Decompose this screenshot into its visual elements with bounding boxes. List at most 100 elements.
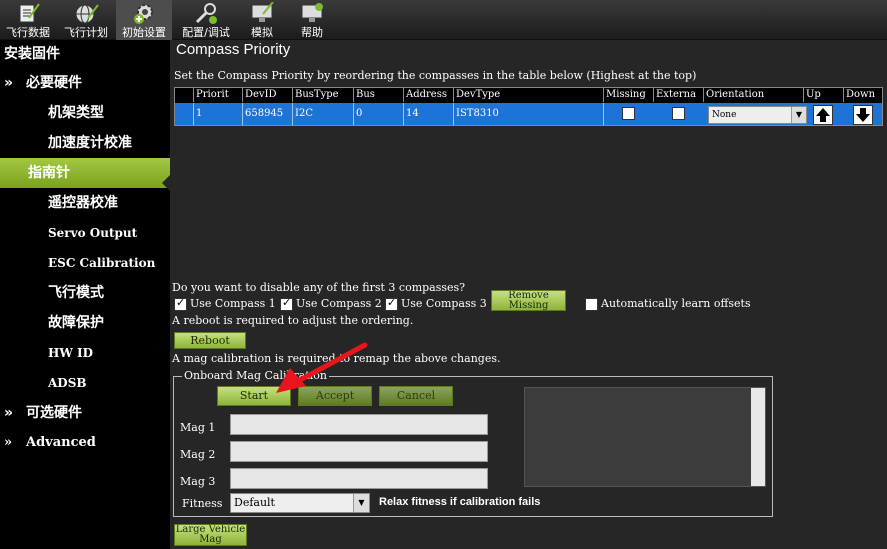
sidebar-item-hw-id[interactable]: HW ID — [0, 338, 170, 368]
cell-address: 14 — [404, 103, 454, 125]
move-up-button[interactable] — [813, 105, 833, 125]
toolbar-help-label: 帮助 — [301, 26, 323, 39]
mag2-label: Mag 2 — [180, 448, 216, 461]
table-header-bustype: BusType — [293, 88, 354, 102]
row-marker — [175, 103, 194, 125]
large-vehicle-mag-button[interactable]: Large Vehicle Mag — [174, 524, 247, 546]
toolbar-flight-data[interactable]: 飞行数据 — [0, 0, 56, 40]
cell-bustype: I2C — [293, 103, 354, 125]
simulation-monitor-icon — [251, 2, 274, 22]
page-title: Compass Priority — [176, 41, 291, 58]
orientation-value: None — [712, 110, 737, 120]
toolbar-config-tuning[interactable]: 配置/调试 — [176, 0, 236, 40]
toolbar-initial-setup-label: 初始设置 — [122, 26, 166, 39]
cell-devtype: IST8310 — [454, 103, 604, 125]
use-compass-2-label: Use Compass 2 — [296, 297, 382, 310]
sidebar-item-radio-calibration[interactable]: 遥控器校准 — [0, 188, 170, 218]
double-chevron-icon: » — [4, 435, 13, 450]
sidebar-item-esc-calibration[interactable]: ESC Calibration — [0, 248, 170, 278]
sidebar-item-servo-output[interactable]: Servo Output — [0, 218, 170, 248]
sidebar-group-optional-hardware[interactable]: » 可选硬件 — [0, 398, 170, 428]
help-monitor-icon — [301, 3, 323, 22]
mag-calibration-note: A mag calibration is required to remap t… — [172, 352, 501, 365]
start-calibration-button[interactable]: Start — [217, 386, 291, 406]
sidebar-item-frame-type[interactable]: 机架类型 — [0, 98, 170, 128]
auto-learn-offsets-label: Automatically learn offsets — [601, 297, 751, 310]
mag3-progress-bar — [230, 468, 488, 489]
toolbar-help[interactable]: 帮助 — [290, 0, 334, 40]
sidebar-install-firmware[interactable]: 安装固件 — [0, 42, 170, 66]
sidebar-group-mandatory-hardware[interactable]: » 必要硬件 — [0, 68, 170, 98]
toolbar-flight-plan-label: 飞行计划 — [64, 26, 108, 39]
remove-missing-button[interactable]: Remove Missing — [491, 290, 566, 311]
table-header-address: Address — [404, 88, 454, 102]
mag1-progress-bar — [230, 414, 488, 435]
priority-instructions: Set the Compass Priority by reordering t… — [174, 69, 697, 82]
toolbar-simulation[interactable]: 模拟 — [240, 0, 284, 40]
double-chevron-icon: » — [4, 405, 14, 421]
sidebar-group-advanced[interactable]: » Advanced — [0, 428, 170, 458]
toolbar-flight-plan[interactable]: 飞行计划 — [58, 0, 114, 40]
flight-data-icon — [19, 3, 40, 23]
toolbar-config-tuning-label: 配置/调试 — [182, 26, 230, 39]
orientation-select[interactable]: None ▼ — [708, 106, 807, 124]
table-header-rowmarker — [175, 88, 194, 102]
compass-config-panel: Compass Priority Set the Compass Priorit… — [170, 40, 887, 549]
table-header-priority: Priorit — [194, 88, 243, 102]
initial-setup-gear-icon — [134, 4, 153, 24]
calibration-log-box[interactable] — [524, 387, 766, 487]
table-header-bus: Bus — [354, 88, 404, 102]
disable-compass-question: Do you want to disable any of the first … — [172, 281, 466, 294]
use-compass-1-checkbox[interactable] — [174, 296, 187, 311]
mag2-progress-bar — [230, 441, 488, 462]
arrow-down-icon — [856, 108, 870, 122]
sidebar-item-failsafe[interactable]: 故障保护 — [0, 308, 170, 338]
sidebar-item-label: 可选硬件 — [26, 405, 82, 421]
external-checkbox[interactable] — [672, 107, 685, 120]
sidebar-item-compass[interactable]: 指南针 — [0, 158, 170, 188]
use-compass-3-checkbox[interactable] — [385, 296, 398, 311]
table-header-up: Up — [804, 88, 844, 102]
toolbar-simulation-label: 模拟 — [251, 26, 273, 39]
mag3-label: Mag 3 — [180, 475, 216, 488]
main-toolbar: 飞行数据 飞行计划 初始设置 配置/调试 模拟 帮助 — [0, 0, 887, 40]
move-down-button[interactable] — [853, 105, 873, 125]
sidebar-item-adsb[interactable]: ADSB — [0, 368, 170, 398]
selection-notch — [162, 175, 170, 191]
toolbar-flight-data-label: 飞行数据 — [6, 26, 50, 39]
onboard-mag-calibration-group: Onboard Mag Calibration Start Accept Can… — [173, 369, 773, 517]
sidebar-item-label: 必要硬件 — [26, 75, 82, 91]
config-tuning-wrench-icon — [195, 3, 217, 24]
cell-bus: 0 — [354, 103, 404, 125]
sidebar-item-flight-modes[interactable]: 飞行模式 — [0, 278, 170, 308]
reboot-button[interactable]: Reboot — [174, 332, 246, 349]
table-header-devid: DevID — [243, 88, 293, 102]
fitness-label: Fitness — [182, 497, 223, 510]
cell-devid: 658945 — [243, 103, 293, 125]
double-chevron-icon: » — [4, 75, 14, 91]
relax-fitness-label: Relax fitness if calibration fails — [379, 496, 541, 508]
use-compass-2-checkbox[interactable] — [280, 296, 293, 311]
reboot-note: A reboot is required to adjust the order… — [172, 314, 414, 327]
missing-checkbox[interactable] — [622, 107, 635, 120]
cancel-calibration-button[interactable]: Cancel — [379, 386, 453, 406]
sidebar-item-label: Advanced — [26, 435, 96, 450]
compass-priority-table: Priorit DevID BusType Bus Address DevTyp… — [174, 87, 883, 126]
table-header-down: Down — [846, 89, 876, 100]
sidebar-item-accel-calibration[interactable]: 加速度计校准 — [0, 128, 170, 158]
setup-sidebar: 安装固件 » 必要硬件 机架类型 加速度计校准 指南针 遥控器校准 Servo O… — [0, 40, 170, 549]
use-compass-1-label: Use Compass 1 — [190, 297, 276, 310]
table-header-external: Externa — [654, 88, 704, 102]
table-header-orientation: Orientation — [704, 88, 804, 102]
arrow-up-icon — [816, 108, 830, 122]
auto-learn-offsets-checkbox[interactable] — [585, 298, 598, 311]
group-label: Onboard Mag Calibration — [182, 369, 329, 382]
table-header-missing: Missing — [604, 88, 654, 102]
fitness-value: Default — [234, 496, 275, 509]
chevron-down-icon: ▼ — [353, 494, 369, 512]
log-scrollbar[interactable] — [751, 388, 765, 486]
accept-calibration-button[interactable]: Accept — [298, 386, 372, 406]
use-compass-3-label: Use Compass 3 — [401, 297, 487, 310]
fitness-select[interactable]: Default ▼ — [230, 493, 370, 513]
toolbar-initial-setup[interactable]: 初始设置 — [116, 0, 172, 40]
